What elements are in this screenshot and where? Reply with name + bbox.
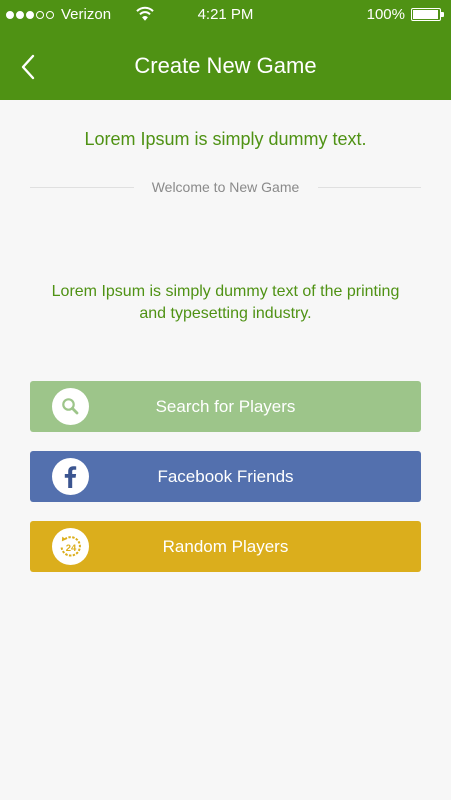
facebook-friends-button[interactable]: Facebook Friends: [30, 451, 421, 502]
random-players-label: Random Players: [162, 537, 289, 556]
facebook-friends-label: Facebook Friends: [157, 467, 294, 486]
battery-percentage: 100%: [366, 6, 405, 23]
battery-level-fill: [413, 10, 438, 19]
status-bar: Verizon 4:21 PM 100%: [0, 0, 451, 30]
divider-right: [318, 187, 421, 188]
header-bar: Verizon 4:21 PM 100% Create New Game: [0, 0, 451, 100]
battery-icon: [411, 8, 441, 21]
random-players-button[interactable]: 24 Random Players: [30, 521, 421, 572]
description-text: Lorem Ipsum is simply dummy text of the …: [51, 283, 400, 322]
battery-tip: [441, 12, 444, 17]
search-for-players-label: Search for Players: [155, 397, 296, 416]
headline-text: Lorem Ipsum is simply dummy text.: [84, 129, 367, 149]
page-title: Create New Game: [134, 53, 317, 78]
search-for-players-button[interactable]: Search for Players: [30, 381, 421, 432]
